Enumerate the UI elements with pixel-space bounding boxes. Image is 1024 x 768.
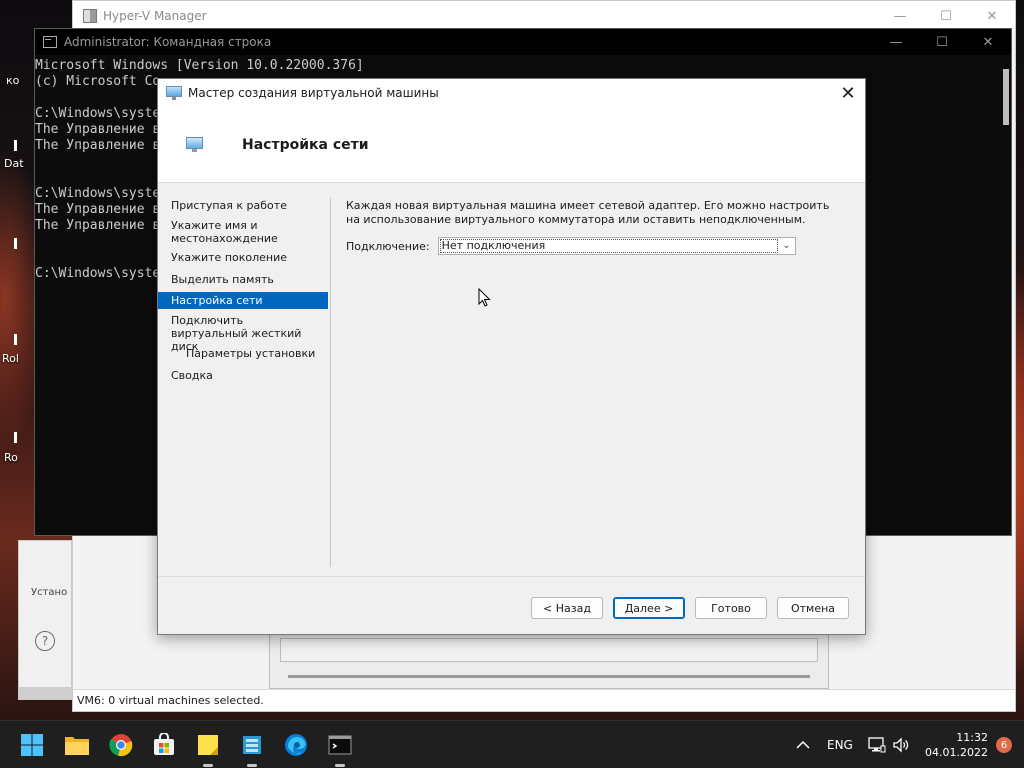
step-summary[interactable]: Сводка bbox=[158, 369, 328, 383]
hyperv-app-icon bbox=[83, 9, 97, 23]
desktop-icon-fragment bbox=[14, 432, 17, 443]
console-scrollbar-thumb[interactable] bbox=[1003, 69, 1009, 125]
taskbar-chrome[interactable] bbox=[105, 729, 137, 761]
hyperv-title: Hyper-V Manager bbox=[103, 9, 207, 23]
wizard-header: Настройка сети bbox=[158, 107, 865, 183]
wizard-content: Каждая новая виртуальная машина имеет се… bbox=[346, 199, 846, 255]
taskbar: ENG 11:32 04.01.2022 6 bbox=[0, 720, 1024, 768]
step-installation-options[interactable]: Параметры установки bbox=[158, 347, 328, 361]
step-networking[interactable]: Настройка сети bbox=[158, 292, 328, 309]
desktop-icon-label[interactable]: Dat bbox=[4, 157, 24, 170]
partial-label: Устано bbox=[31, 587, 68, 598]
speaker-icon bbox=[893, 737, 909, 753]
network-icon bbox=[868, 737, 886, 753]
close-icon[interactable]: ✕ bbox=[831, 79, 865, 107]
connection-row: Подключение: Нет подключения ⌄ bbox=[346, 237, 796, 255]
desktop-icon-fragment bbox=[14, 140, 17, 151]
connection-selected-value: Нет подключения bbox=[439, 239, 778, 253]
details-pane bbox=[269, 633, 829, 689]
status-bar: VM6: 0 virtual machines selected. bbox=[73, 689, 1015, 711]
windows-logo-icon bbox=[21, 734, 43, 756]
details-pane-inner bbox=[280, 638, 818, 662]
notification-badge[interactable]: 6 bbox=[996, 737, 1012, 753]
minimize-button[interactable]: — bbox=[877, 1, 923, 31]
taskbar-file-explorer[interactable] bbox=[61, 729, 93, 761]
background-window-fragment: Устано ? bbox=[18, 540, 73, 700]
cmd-app-icon bbox=[43, 36, 57, 48]
page-title: Настройка сети bbox=[242, 137, 369, 153]
taskbar-edge[interactable] bbox=[280, 729, 312, 761]
language-indicator[interactable]: ENG bbox=[827, 721, 853, 768]
console-line: Microsoft Windows [Version 10.0.22000.37… bbox=[35, 58, 364, 73]
taskbar-store[interactable] bbox=[148, 729, 180, 761]
cmd-title: Administrator: Командная строка bbox=[64, 35, 272, 49]
footer-divider bbox=[158, 576, 865, 577]
terminal-icon bbox=[328, 735, 352, 755]
edge-icon bbox=[285, 734, 307, 756]
status-text: VM6: 0 virtual machines selected. bbox=[77, 694, 264, 707]
close-button[interactable]: ✕ bbox=[965, 29, 1011, 55]
wizard-buttons: < Назад Далее > Готово Отмена bbox=[531, 597, 849, 619]
maximize-button[interactable]: ☐ bbox=[919, 29, 965, 55]
network-monitor-icon bbox=[186, 137, 206, 153]
step-name-location[interactable]: Укажите имя и местонахождение bbox=[158, 219, 308, 247]
cancel-button[interactable]: Отмена bbox=[777, 597, 849, 619]
volume-tray[interactable] bbox=[892, 721, 910, 768]
horizontal-scrollbar[interactable] bbox=[288, 675, 810, 678]
desktop-icon-label[interactable]: Ro bbox=[4, 451, 18, 464]
chrome-icon bbox=[109, 734, 133, 757]
chevron-up-icon bbox=[796, 740, 810, 749]
start-button[interactable] bbox=[16, 729, 48, 761]
hyperv-titlebar[interactable]: Hyper-V Manager bbox=[73, 1, 1015, 31]
back-button[interactable]: < Назад bbox=[531, 597, 603, 619]
desktop-icon-fragment bbox=[14, 238, 17, 249]
clock[interactable]: 11:32 04.01.2022 bbox=[925, 730, 988, 760]
finish-button[interactable]: Готово bbox=[695, 597, 767, 619]
store-icon bbox=[154, 733, 174, 755]
close-button[interactable]: ✕ bbox=[969, 1, 1015, 31]
folder-icon bbox=[65, 737, 89, 755]
mouse-cursor-icon bbox=[478, 288, 491, 307]
taskbar-sticky-notes[interactable] bbox=[192, 729, 224, 767]
connection-dropdown[interactable]: Нет подключения ⌄ bbox=[437, 237, 796, 255]
step-generation[interactable]: Укажите поколение bbox=[158, 251, 328, 265]
step-getting-started[interactable]: Приступая к работе bbox=[158, 199, 328, 213]
minimize-button[interactable]: — bbox=[873, 29, 919, 55]
clock-date: 04.01.2022 bbox=[925, 746, 988, 759]
new-vm-wizard-dialog: Мастер создания виртуальной машины ✕ Нас… bbox=[157, 78, 866, 635]
sticky-notes-icon bbox=[198, 735, 218, 755]
connection-label: Подключение: bbox=[346, 239, 430, 253]
desktop-icon-label[interactable]: Rol bbox=[2, 352, 19, 365]
hyperv-icon bbox=[243, 736, 261, 754]
taskbar-hyperv-manager[interactable] bbox=[236, 729, 268, 767]
step-memory[interactable]: Выделить память bbox=[158, 273, 328, 287]
help-icon[interactable]: ? bbox=[35, 631, 55, 651]
wizard-title: Мастер создания виртуальной машины bbox=[188, 86, 439, 100]
clock-time: 11:32 bbox=[956, 731, 988, 744]
cmd-titlebar[interactable]: Administrator: Командная строка bbox=[35, 29, 1011, 55]
next-button[interactable]: Далее > bbox=[613, 597, 685, 619]
chevron-down-icon: ⌄ bbox=[782, 240, 791, 251]
step-virtual-hard-disk[interactable]: Подключить виртуальный жесткий диск bbox=[158, 314, 318, 353]
desktop-icon-fragment bbox=[14, 334, 17, 345]
maximize-button[interactable]: ☐ bbox=[923, 1, 969, 31]
network-tray[interactable] bbox=[868, 721, 886, 768]
taskbar-terminal[interactable] bbox=[324, 729, 356, 767]
show-hidden-icons[interactable] bbox=[796, 721, 810, 768]
scrollbar[interactable] bbox=[19, 687, 73, 699]
wizard-steps-nav: Приступая к работе Укажите имя и местона… bbox=[158, 183, 330, 569]
language-text: ENG bbox=[827, 738, 853, 752]
network-description: Каждая новая виртуальная машина имеет се… bbox=[346, 199, 830, 226]
desktop-icon-label[interactable]: ко bbox=[6, 74, 19, 87]
monitor-icon bbox=[166, 86, 182, 100]
wizard-titlebar[interactable]: Мастер создания виртуальной машины bbox=[158, 79, 865, 107]
nav-divider bbox=[330, 197, 331, 567]
